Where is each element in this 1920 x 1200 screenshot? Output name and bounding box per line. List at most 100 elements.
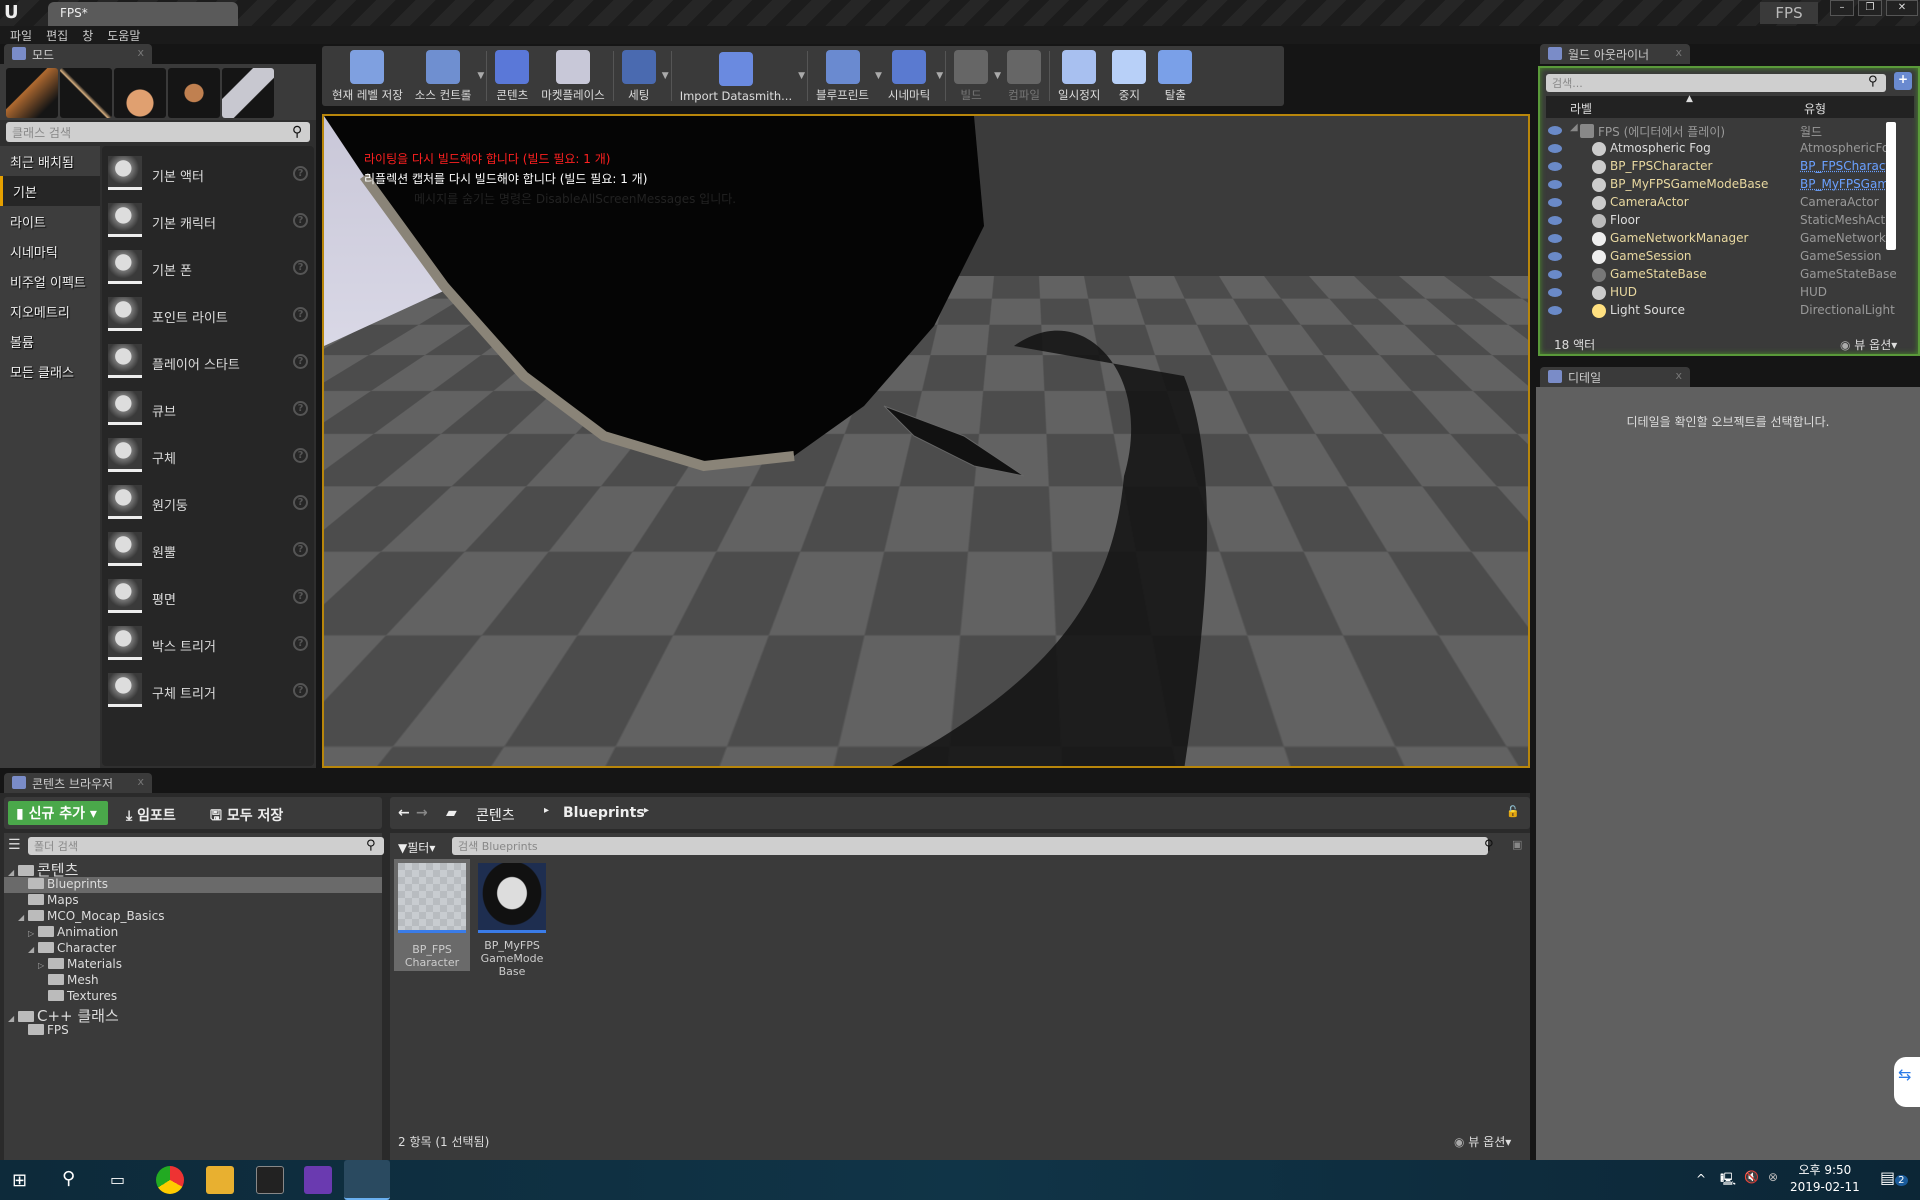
visibility-eye-icon[interactable] — [1548, 216, 1562, 225]
outliner-scrollbar[interactable] — [1886, 122, 1896, 250]
expand-arrow-icon[interactable]: ◢ — [1570, 122, 1578, 133]
menu-edit[interactable]: 편집 — [46, 27, 68, 44]
outliner-row[interactable]: Floor StaticMeshActor — [1546, 212, 1896, 230]
outliner-root-row[interactable]: ◢ FPS (에디터에서 플레이) 월드 — [1546, 122, 1896, 140]
file-explorer-icon[interactable] — [206, 1166, 234, 1194]
outliner-row[interactable]: BP_MyFPSGameModeBase BP_MyFPSGameModeBase — [1546, 176, 1896, 194]
column-type[interactable]: 유형 — [1804, 100, 1826, 117]
expand-arrow-icon[interactable]: ▷ — [38, 961, 48, 970]
search-icon[interactable]: ⚲ — [62, 1168, 75, 1189]
help-icon[interactable]: ? — [293, 495, 308, 510]
placeable-item[interactable]: 기본 액터? — [108, 154, 308, 196]
maximize-button[interactable]: ❐ — [1858, 0, 1882, 16]
expand-arrow-icon[interactable]: ◢ — [28, 945, 38, 954]
placeable-item[interactable]: 기본 캐릭터? — [108, 201, 308, 243]
unreal-editor-taskbar-icon[interactable] — [344, 1160, 390, 1200]
actor-type[interactable]: BP_FPSCharacter — [1800, 159, 1896, 173]
placeable-item[interactable]: 구체? — [108, 436, 308, 478]
toolbar-button-compile[interactable]: 컴파일 — [1001, 50, 1047, 103]
toolbar-button-build[interactable]: 빌드 — [948, 50, 994, 103]
outliner-row[interactable]: Light Source DirectionalLight — [1546, 302, 1896, 320]
category-all-classes[interactable]: 모든 클래스 — [0, 356, 100, 768]
toolbar-button-stop[interactable]: 중지 — [1106, 50, 1152, 103]
tab-modes[interactable]: 모드 x — [4, 44, 152, 64]
expand-arrow-icon[interactable]: ◢ — [8, 1014, 18, 1023]
dropdown-arrow-icon[interactable]: ▼ — [994, 71, 1001, 81]
asset-bp-fps-character[interactable]: BP_FPS Character — [394, 859, 470, 971]
visibility-eye-icon[interactable] — [1548, 234, 1562, 243]
visibility-eye-icon[interactable] — [1548, 252, 1562, 261]
asset-search-input[interactable]: 검색 Blueprints — [452, 837, 1488, 855]
category-recent[interactable]: 최근 배치됨 — [0, 146, 100, 176]
folder-tree-item[interactable]: ◢ MCO_Mocap_Basics — [4, 909, 382, 925]
placeable-item[interactable]: 구체 트리거? — [108, 671, 308, 713]
folder-tree-item[interactable]: FPS — [4, 1023, 382, 1039]
category-geometry[interactable]: 지오메트리 — [0, 296, 100, 326]
folder-tree-item[interactable]: Textures — [4, 989, 382, 1005]
help-icon[interactable]: ? — [293, 589, 308, 604]
tab-world-outliner[interactable]: 월드 아웃라이너 x — [1540, 44, 1690, 64]
close-button[interactable]: ✕ — [1886, 0, 1918, 16]
toolbar-button-blueprint[interactable]: 블루프린트 — [810, 50, 875, 103]
visibility-eye-icon[interactable] — [1548, 144, 1562, 153]
help-icon[interactable]: ? — [293, 448, 308, 463]
category-volumes[interactable]: 볼륨 — [0, 326, 100, 356]
visibility-eye-icon[interactable] — [1548, 306, 1562, 315]
visibility-eye-icon[interactable] — [1548, 288, 1562, 297]
help-icon[interactable]: ? — [293, 354, 308, 369]
close-icon[interactable]: x — [1675, 46, 1682, 59]
toolbar-button-eject[interactable]: 탈출 — [1152, 50, 1198, 103]
expand-arrow-icon[interactable]: ▷ — [28, 929, 38, 938]
breadcrumb-content[interactable]: 콘텐츠 — [476, 805, 515, 825]
placeable-item[interactable]: 박스 트리거? — [108, 624, 308, 666]
help-icon[interactable]: ? — [293, 683, 308, 698]
tree-toggle-icon[interactable]: ☰ — [8, 837, 21, 853]
folder-tree-item[interactable]: ▷ Materials — [4, 957, 382, 973]
close-icon[interactable]: x — [137, 46, 144, 59]
filter-button[interactable]: ▼필터▾ — [398, 839, 435, 856]
place-mode-icon[interactable] — [6, 68, 58, 118]
folder-tree-item[interactable]: ◢ 콘텐츠 — [4, 859, 382, 875]
network-icon[interactable]: 🖳 — [1720, 1170, 1736, 1191]
category-cinematic[interactable]: 시네마틱 — [0, 236, 100, 266]
volume-muted-icon[interactable]: 🔇 — [1744, 1170, 1759, 1184]
placeable-item[interactable]: 포인트 라이트? — [108, 295, 308, 337]
menu-file[interactable]: 파일 — [10, 27, 32, 44]
folder-tree-item[interactable]: ◢ C++ 클래스 — [4, 1005, 382, 1021]
visibility-eye-icon[interactable] — [1548, 180, 1562, 189]
help-icon[interactable]: ? — [293, 166, 308, 181]
dropdown-arrow-icon[interactable]: ▼ — [936, 71, 943, 81]
forward-arrow-icon[interactable]: → — [416, 805, 428, 821]
dropdown-arrow-icon[interactable]: ▼ — [477, 71, 484, 81]
view-options-button[interactable]: ◉ 뷰 옵션▾ — [1454, 1133, 1511, 1150]
windows-start-icon[interactable]: ⊞ — [12, 1170, 27, 1191]
add-actor-icon[interactable]: + — [1894, 72, 1912, 90]
teamviewer-icon[interactable]: ⇆ — [1894, 1057, 1920, 1107]
placeable-item[interactable]: 원뿔? — [108, 530, 308, 572]
menu-window[interactable]: 창 — [82, 27, 93, 44]
geometry-mode-icon[interactable] — [222, 68, 274, 118]
epic-games-icon[interactable] — [256, 1166, 284, 1194]
outliner-row[interactable]: GameStateBase GameStateBase — [1546, 266, 1896, 284]
tray-expand-icon[interactable]: ^ — [1696, 1172, 1706, 1186]
menu-help[interactable]: 도움말 — [107, 27, 140, 44]
toolbar-button-marketplace[interactable]: 마켓플레이스 — [535, 50, 610, 103]
minimize-button[interactable]: – — [1830, 0, 1854, 16]
actor-type[interactable]: BP_MyFPSGameModeBase — [1800, 177, 1896, 191]
toolbar-button-cinematic[interactable]: 시네마틱 — [882, 50, 936, 103]
outliner-row[interactable]: HUD HUD — [1546, 284, 1896, 302]
asset-bp-myfps-gamemode-base[interactable]: BP_MyFPS GameMode Base — [474, 859, 550, 971]
outliner-search-input[interactable]: 검색... — [1546, 74, 1886, 92]
help-icon[interactable]: ? — [293, 213, 308, 228]
outliner-row[interactable]: Atmospheric Fog AtmosphericFog — [1546, 140, 1896, 158]
category-lights[interactable]: 라이트 — [0, 206, 100, 236]
placeable-item[interactable]: 기본 폰? — [108, 248, 308, 290]
breadcrumb-separator-icon[interactable]: ▸ — [644, 805, 649, 816]
tray-app-icon[interactable]: ⊗ — [1768, 1170, 1778, 1184]
outliner-row[interactable]: GameSession GameSession — [1546, 248, 1896, 266]
placeable-item[interactable]: 큐브? — [108, 389, 308, 431]
add-new-button[interactable]: ▮ 신규 추가 ▾ — [8, 801, 108, 825]
folder-tree-item[interactable]: Blueprints — [4, 877, 382, 893]
help-icon[interactable]: ? — [293, 401, 308, 416]
import-button[interactable]: ⤓ 임포트 — [126, 805, 176, 825]
